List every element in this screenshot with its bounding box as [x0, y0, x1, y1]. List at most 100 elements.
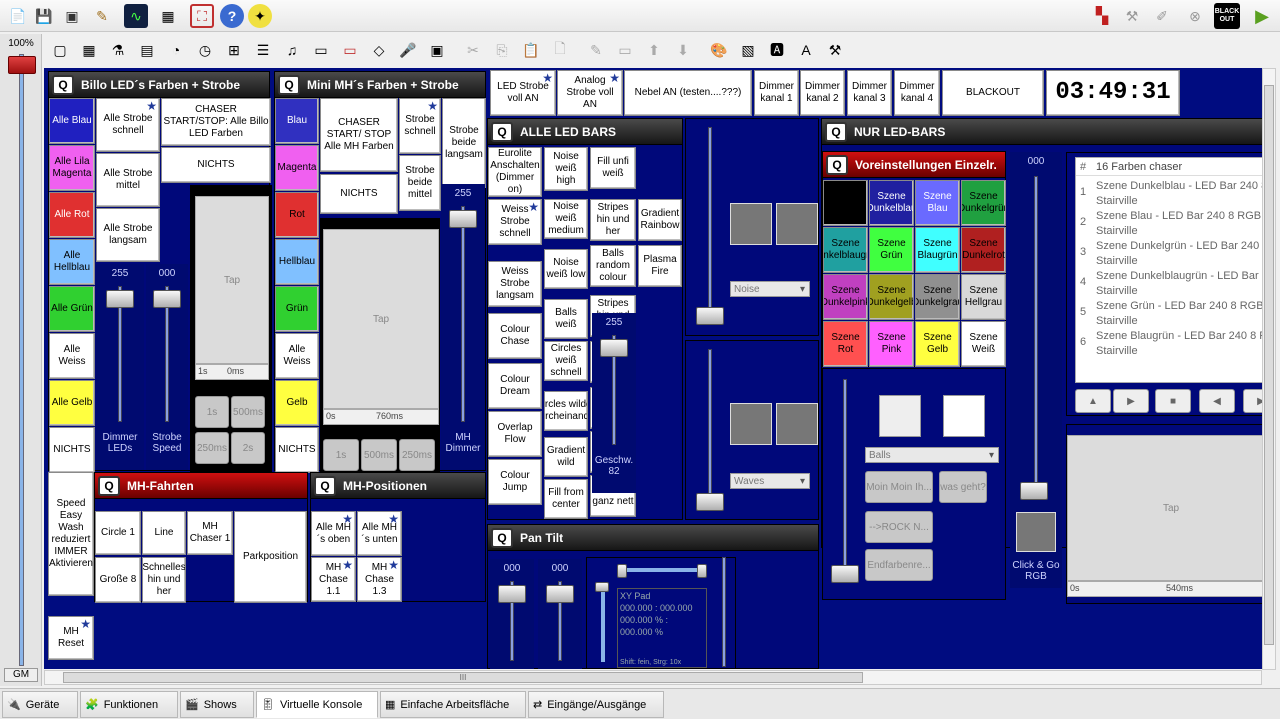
mhpos-1[interactable]: Alle MH´s unten ★ [357, 511, 402, 556]
scene-6[interactable]: Szene Blaugrün [915, 227, 960, 273]
billo-nichts-button[interactable]: NICHTS [161, 147, 271, 183]
fullscreen-icon[interactable]: ⛶ [190, 4, 214, 28]
ledbar-c1-1[interactable]: Weiss Strobe schnell ★ [488, 199, 542, 245]
mini-nichts-button[interactable]: NICHTS [320, 174, 398, 214]
xy-pad-h-handle-2[interactable] [697, 564, 707, 578]
scene-10[interactable]: Szene Dunkelgrau [915, 274, 960, 320]
tab-5[interactable]: ⇄ Eingänge/Ausgänge [528, 691, 664, 718]
mini-tap[interactable]: Tap [323, 229, 439, 409]
fixture-color-a[interactable] [879, 395, 921, 437]
ledbar-c2-6[interactable]: Gradient wild [544, 437, 588, 477]
ledbar-c3-1[interactable]: Stripes hin und her [590, 199, 636, 241]
mini-color-6[interactable]: Gelb [275, 380, 319, 426]
rename-icon[interactable]: ▭ [613, 38, 637, 62]
flask-icon[interactable]: ⚗ [106, 38, 130, 62]
billo-chaser-button[interactable]: CHASER START/STOP: Alle Billo LED Farben [161, 98, 271, 146]
mini-speed-1[interactable]: 500ms [361, 439, 397, 471]
scene-13[interactable]: Szene Pink [869, 321, 914, 367]
slider-icon[interactable]: ▤ [135, 38, 159, 62]
ledbar-c2-0[interactable]: Noise weiß high [544, 147, 588, 191]
ledbar-c1-4[interactable]: Colour Dream [488, 363, 542, 409]
gm-button[interactable]: GM [4, 668, 38, 682]
scene-11[interactable]: Szene Hellgrau [961, 274, 1006, 320]
billo-speed-0[interactable]: 1s [195, 396, 229, 428]
horizontal-scrollbar[interactable]: III [44, 670, 1262, 685]
billo-color-3[interactable]: Alle Hellblau [49, 239, 95, 285]
mini-speed-0[interactable]: 1s [323, 439, 359, 471]
tab-3[interactable]: 🎚 Virtuelle Konsole [256, 691, 378, 718]
fixture-combo[interactable]: Balls [865, 447, 999, 463]
mhfahrt-3[interactable]: Große 8 [95, 557, 141, 603]
mini-color-7[interactable]: NICHTS [275, 427, 319, 473]
scene-5[interactable]: Szene Grün [869, 227, 914, 273]
red-window-icon[interactable]: ▭ [338, 38, 362, 62]
billo-color-7[interactable]: NICHTS [49, 427, 95, 473]
mini-color-3[interactable]: Hellblau [275, 239, 319, 285]
window-icon[interactable]: ▭ [309, 38, 333, 62]
ledbar-c3-2[interactable]: Balls random colour [590, 245, 636, 287]
clock-icon[interactable]: ◷ [193, 38, 217, 62]
mh-reset-button[interactable]: MH Reset ★ [48, 616, 94, 660]
billo-speed-2[interactable]: 250ms [195, 432, 229, 464]
mhfahrten-frame-frame-icon[interactable]: Q [98, 476, 120, 496]
mini-dimmer-slider-handle[interactable] [449, 210, 477, 228]
mhpos-0[interactable]: Alle MH´s oben ★ [311, 511, 356, 556]
tab-4[interactable]: ▦ Einfache Arbeitsfläche [380, 691, 526, 718]
scene-8[interactable]: Szene Dunkelpink [823, 274, 868, 320]
mini-chaser-button[interactable]: CHASER START/ STOP Alle MH Farben [320, 98, 398, 172]
delete-icon[interactable]: 🗋 [548, 38, 572, 62]
grid-icon[interactable]: ▦ [77, 38, 101, 62]
mhfahrt-2[interactable]: MH Chaser 1 [187, 511, 233, 555]
scene-7[interactable]: Szene Dunkelrot [961, 227, 1006, 273]
top-button-1[interactable]: Analog Strobe voll AN ★ [557, 70, 623, 116]
knob-icon[interactable]: ◔ [164, 38, 188, 62]
mini-color-4[interactable]: Grün [275, 286, 319, 332]
mini-color-1[interactable]: Magenta [275, 145, 319, 191]
ledbar-c2-7[interactable]: Fill from center [544, 479, 588, 519]
scene-12[interactable]: Szene Rot [823, 321, 868, 367]
save-file-icon[interactable]: ▣ [60, 4, 84, 28]
click-go-preview[interactable] [1016, 512, 1056, 552]
tools-icon[interactable]: ⚒ [823, 38, 847, 62]
effect-1-handle[interactable] [696, 307, 724, 325]
scene-0[interactable] [823, 180, 868, 226]
billo-strobe-0[interactable]: Alle Strobe schnell ★ [96, 98, 160, 152]
mhfahrt-1[interactable]: Line [142, 511, 186, 555]
image-icon[interactable]: ▧ [736, 38, 760, 62]
scene-15[interactable]: Szene Weiß [961, 321, 1006, 367]
billo-speed-1[interactable]: 500ms [231, 396, 265, 428]
copy-icon[interactable]: ⎘ [490, 38, 514, 62]
ledbar-c2-5[interactable]: Circles wildes durcheinander [544, 391, 588, 431]
billo-dimmer-slider-handle[interactable] [106, 290, 134, 308]
billo-color-6[interactable]: Alle Gelb [49, 380, 95, 426]
top-button-3[interactable]: Dimmer kanal 1 [754, 70, 799, 116]
open-file-icon[interactable]: 💾 [32, 4, 56, 28]
cue-prev-icon[interactable]: ◀ [1199, 389, 1235, 413]
mhpos-frame-frame-icon[interactable]: Q [314, 476, 336, 496]
effect-2-handle[interactable] [696, 493, 724, 511]
parkposition-button[interactable]: Parkposition [234, 511, 307, 603]
scene-9[interactable]: Szene Dunkelgelb [869, 274, 914, 320]
top-button-5[interactable]: Dimmer kanal 3 [847, 70, 892, 116]
pan-slider-handle[interactable] [498, 585, 526, 603]
edit-icon[interactable]: ✎ [90, 4, 114, 28]
audio-icon[interactable]: ♫ [280, 38, 304, 62]
tilt-slider-handle[interactable] [546, 585, 574, 603]
billo-speed-3[interactable]: 2s [231, 432, 265, 464]
billo-frame-frame-icon[interactable]: Q [52, 75, 74, 95]
mini-color-0[interactable]: Blau [275, 98, 319, 144]
up-arrow-icon[interactable]: ⬆ [642, 38, 666, 62]
scene-14[interactable]: Szene Gelb [915, 321, 960, 367]
ledbar-speed-slider-handle[interactable] [600, 339, 628, 357]
top-button-6[interactable]: Dimmer kanal 4 [894, 70, 940, 116]
down-arrow-icon[interactable]: ⬇ [671, 38, 695, 62]
preset-frame-frame-icon[interactable]: Q [826, 155, 848, 175]
mhfahrt-0[interactable]: Circle 1 [95, 511, 141, 555]
tab-0[interactable]: 🔌 Geräte [2, 691, 78, 718]
scene-4[interactable]: Szene Dunkelblaugrün [823, 227, 868, 273]
mini-strobe-1[interactable]: Strobe beide mittel [399, 155, 441, 211]
ledbars-frame-frame-icon[interactable]: Q [491, 122, 513, 142]
button-icon[interactable]: ▢ [48, 38, 72, 62]
ledbar-c2-2[interactable]: Noise weiß low [544, 249, 588, 289]
mini-strobe-0[interactable]: Strobe schnell ★ [399, 98, 441, 154]
